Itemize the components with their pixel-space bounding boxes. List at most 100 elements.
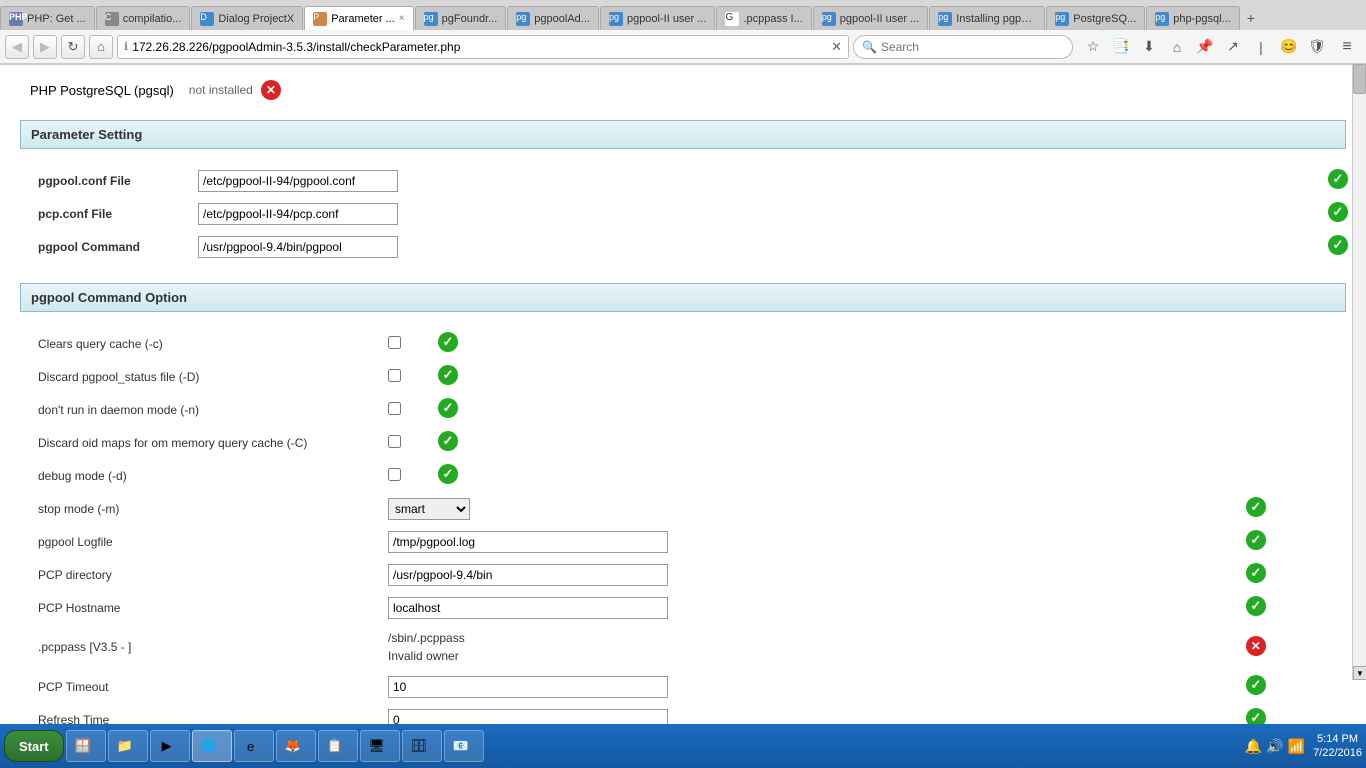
cmd-checkbox-label: debug mode (-d): [30, 459, 380, 492]
tab-label-pgpool-user: pgpool-II user ...: [627, 13, 707, 25]
cmd-checkbox-input[interactable]: [388, 336, 401, 349]
cmd-checkbox-status-cell: [430, 327, 1356, 360]
browser-tab-compilation[interactable]: Ccompilatio...: [96, 6, 191, 30]
tab-label-php-pgsql: php-pgsql...: [1173, 13, 1230, 25]
stop-mode-status-icon: [1246, 497, 1266, 517]
tab-icon-pcppass-g: G: [725, 12, 739, 26]
cmd-checkbox-cell: [380, 327, 430, 360]
right-scrollbar[interactable]: ▲ ▼: [1352, 64, 1366, 680]
address-bar: ℹ ✕: [117, 35, 849, 59]
php-pgsql-status-icon: [261, 80, 281, 100]
tab-icon-php-get: PHP: [9, 12, 23, 26]
cmd-field-input[interactable]: [388, 597, 668, 619]
cmd-field-input[interactable]: [388, 676, 668, 698]
back-button[interactable]: ◀: [5, 35, 29, 59]
bookmark-star-icon[interactable]: ☆: [1081, 35, 1105, 59]
browser-tab-pgpooladm[interactable]: pgpgpoolAd...: [507, 6, 599, 30]
tab-icon-pgpooladm: pg: [516, 12, 530, 26]
tab-icon-compilation: C: [105, 12, 119, 26]
param-status-icon: [1328, 235, 1348, 255]
cmd-stop-mode-select[interactable]: smartfastimmediate: [388, 498, 470, 520]
cmd-field-status: [1238, 558, 1356, 591]
cmd-checkbox-input[interactable]: [388, 369, 401, 382]
cmd-status-icon: [438, 332, 458, 352]
bookmark-list-icon[interactable]: 📑: [1109, 35, 1133, 59]
cmd-field-row: Refresh Time: [30, 703, 1356, 724]
cmd-field-input[interactable]: [388, 564, 668, 586]
bookmark2-icon[interactable]: 📌: [1193, 35, 1217, 59]
param-input[interactable]: [198, 203, 398, 225]
cmd-checkbox-row: Discard oid maps for om memory query cac…: [30, 426, 1356, 459]
cmd-checkbox-row: debug mode (-d): [30, 459, 1356, 492]
menu-button[interactable]: ≡: [1333, 35, 1361, 59]
search-input[interactable]: [881, 40, 1064, 54]
search-bar: 🔍: [853, 35, 1073, 59]
shield-icon[interactable]: 🛡: [1305, 35, 1329, 59]
cmd-field-input[interactable]: [388, 709, 668, 725]
tab-icon-parameter: P: [313, 12, 327, 26]
tab-label-pgpool-user2: pgpool-II user ...: [840, 13, 920, 25]
cmd-checkbox-row: don't run in daemon mode (-n): [30, 393, 1356, 426]
nav-bar: ◀ ▶ ↻ ⌂ ℹ ✕ 🔍 ☆ 📑 ⬇ ⌂ 📌 ↗ | 😊: [0, 30, 1366, 64]
browser-tab-php-pgsql[interactable]: pgphp-pgsql...: [1146, 6, 1239, 30]
param-input[interactable]: [198, 236, 398, 258]
emoji-icon[interactable]: 😊: [1277, 35, 1301, 59]
param-status-icon: [1328, 169, 1348, 189]
browser-tab-php-get[interactable]: PHP PHP: Get ...: [0, 6, 95, 30]
new-tab-button[interactable]: +: [1241, 6, 1261, 30]
cmd-checkbox-status-cell: [430, 393, 1356, 426]
cmd-field-input[interactable]: [388, 531, 668, 553]
pgpool-command-option-header: pgpool Command Option: [20, 283, 1346, 312]
cmd-field-label: PCP Timeout: [30, 670, 380, 703]
browser-tab-pcppass-g[interactable]: G.pcppass I...: [716, 6, 811, 30]
cmd-stop-mode-status: [1238, 492, 1356, 525]
reload-button[interactable]: ↻: [61, 35, 85, 59]
tab-label-installing: Installing pgpo...: [956, 13, 1036, 25]
php-pgsql-label: PHP PostgreSQL (pgsql): [30, 83, 174, 98]
cmd-checkbox-status-cell: [430, 426, 1356, 459]
share-icon[interactable]: ↗: [1221, 35, 1245, 59]
cmd-checkbox-cell: [380, 393, 430, 426]
address-input[interactable]: [132, 40, 827, 54]
cmd-checkbox-label: Discard oid maps for om memory query cac…: [30, 426, 380, 459]
cmd-checkbox-input[interactable]: [388, 468, 401, 481]
param-input[interactable]: [198, 170, 398, 192]
browser-tab-pgpool-user2[interactable]: pgpgpool-II user ...: [813, 6, 929, 30]
download-icon[interactable]: ⬇: [1137, 35, 1161, 59]
scrollbar-thumb[interactable]: [1353, 64, 1366, 94]
cmd-field-input-cell: [380, 525, 1238, 558]
browser-tab-installing[interactable]: pg Installing pgpo...: [929, 6, 1045, 30]
home-button[interactable]: ⌂: [89, 35, 113, 59]
tab-label-php-get: PHP: Get ...: [27, 13, 86, 25]
php-pgsql-status-text: not installed: [189, 83, 253, 97]
cmd-status-icon: [438, 464, 458, 484]
cmd-stop-mode-label: stop mode (-m): [30, 492, 380, 525]
tab-icon-pgfoundr: pg: [424, 12, 438, 26]
tab-close-parameter[interactable]: ×: [395, 13, 405, 24]
tab-label-parameter: Parameter ...: [331, 13, 395, 25]
cmd-status-icon: [438, 398, 458, 418]
param-row: pgpool Command: [30, 230, 1356, 263]
cmd-field-status-icon: [1246, 675, 1266, 695]
browser-tab-pgfoundr[interactable]: pgpgFoundr...: [415, 6, 507, 30]
scrollbar-down-arrow[interactable]: ▼: [1353, 666, 1366, 680]
address-refresh-icon[interactable]: ✕: [831, 39, 842, 55]
browser-tab-pgpool-user[interactable]: pgpgpool-II user ...: [600, 6, 716, 30]
param-status-cell: [1320, 197, 1356, 230]
cmd-field-input-cell: [380, 703, 1238, 724]
cmd-field-row: PCP directory: [30, 558, 1356, 591]
browser-tab-parameter[interactable]: P Parameter ...×: [304, 6, 413, 30]
forward-button[interactable]: ▶: [33, 35, 57, 59]
param-row: pgpool.conf File: [30, 164, 1356, 197]
tab-icon-installing: pg: [938, 12, 952, 26]
cmd-checkbox-input[interactable]: [388, 402, 401, 415]
browser-tab-dialog[interactable]: DDialog ProjectX: [191, 6, 303, 30]
cmd-checkbox-cell: [380, 459, 430, 492]
cmd-field-status-icon: [1246, 596, 1266, 616]
cmd-checkbox-input[interactable]: [388, 435, 401, 448]
php-pgsql-row: PHP PostgreSQL (pgsql) not installed: [30, 80, 1346, 100]
tab-label-compilation: compilatio...: [123, 13, 182, 25]
browser-tab-postgresql[interactable]: pgPostgreSQ...: [1046, 6, 1145, 30]
param-status-icon: [1328, 202, 1348, 222]
home-icon2[interactable]: ⌂: [1165, 35, 1189, 59]
